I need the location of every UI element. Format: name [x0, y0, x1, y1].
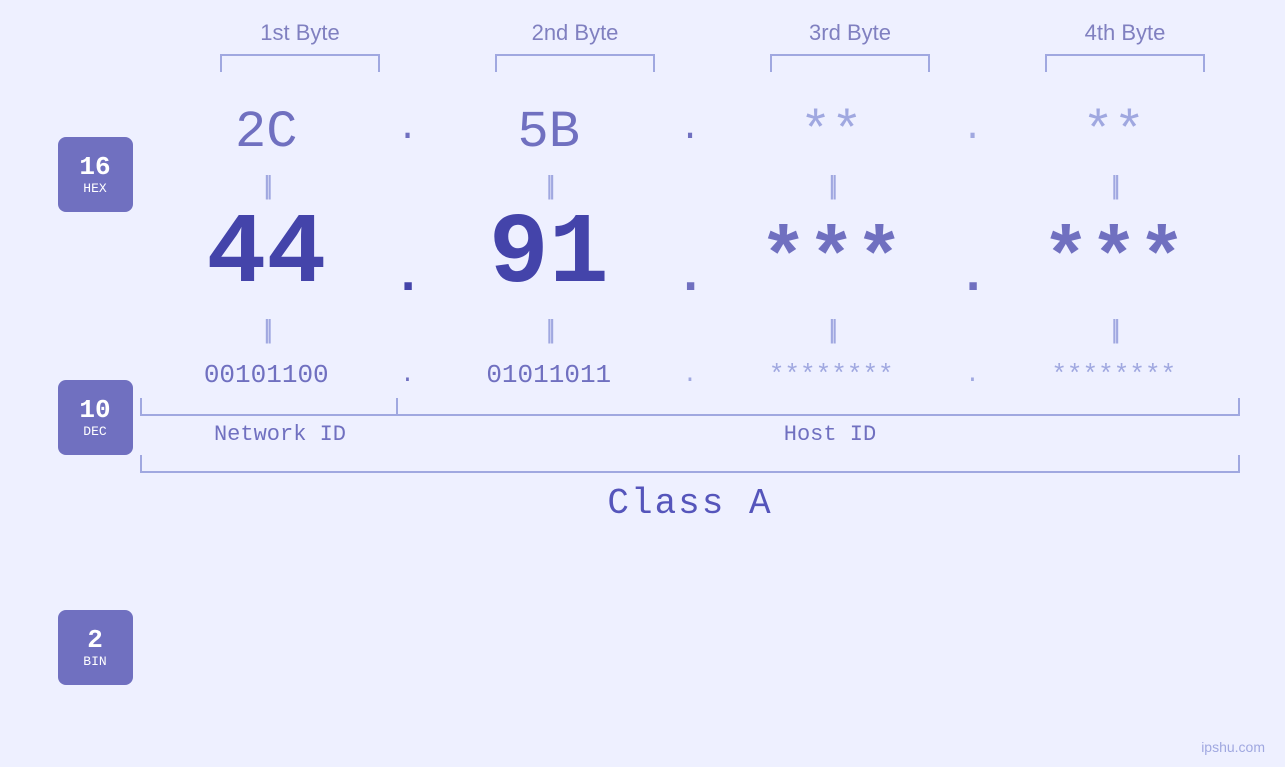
- eq2: ||: [423, 170, 676, 201]
- bracket-top-2: [495, 54, 655, 72]
- equals-sign-3: ||: [828, 170, 834, 201]
- equals-sign-4: ||: [1111, 170, 1117, 201]
- dec-badge: 10 DEC: [58, 380, 133, 455]
- dec-byte4-cell: ***: [988, 213, 1241, 306]
- eq2-4: ||: [988, 314, 1241, 345]
- content-area: 16 HEX 10 DEC 2 BIN 2C . 5B: [0, 82, 1285, 685]
- hex-byte4-cell: **: [988, 92, 1241, 164]
- eq2-2: ||: [423, 314, 676, 345]
- hex-badge: 16 HEX: [58, 137, 133, 212]
- byte1-header: 1st Byte: [163, 20, 438, 46]
- equals-sign-2: ||: [546, 170, 552, 201]
- eq2-3: ||: [705, 314, 958, 345]
- equals-row-2: || || || ||: [140, 314, 1240, 345]
- bracket-cell-2: [438, 54, 713, 72]
- bracket-cell-4: [988, 54, 1263, 72]
- equals-sign-2-1: ||: [263, 314, 269, 345]
- host-bracket: [398, 398, 1240, 416]
- bin-badge-number: 2: [87, 626, 103, 655]
- hex-sep3: .: [958, 108, 988, 149]
- bin-badge: 2 BIN: [58, 610, 133, 685]
- bin-byte4-cell: ********: [988, 350, 1241, 390]
- hex-badge-label: HEX: [83, 181, 106, 196]
- equals-row-1: || || || ||: [140, 170, 1240, 201]
- eq1: ||: [140, 170, 393, 201]
- dec-sep1: .: [393, 247, 423, 306]
- dec-sep3: .: [958, 247, 988, 306]
- bracket-cell-3: [713, 54, 988, 72]
- bin-byte1-cell: 00101100: [140, 350, 393, 390]
- byte4-header: 4th Byte: [988, 20, 1263, 46]
- dec-byte1-cell: 44: [140, 201, 393, 306]
- long-bracket: [140, 455, 1240, 473]
- byte-headers: 1st Byte 2nd Byte 3rd Byte 4th Byte: [163, 20, 1263, 46]
- bin-byte3-value: ********: [769, 360, 894, 390]
- bracket-cell-1: [163, 54, 438, 72]
- bin-byte1-value: 00101100: [204, 360, 329, 390]
- byte2-header: 2nd Byte: [438, 20, 713, 46]
- dec-byte2-value: 91: [489, 206, 609, 306]
- hex-byte4-value: **: [1083, 102, 1145, 164]
- bin-sep1: .: [393, 362, 423, 389]
- bracket-top-3: [770, 54, 930, 72]
- eq4: ||: [988, 170, 1241, 201]
- top-bracket-row: [163, 54, 1263, 72]
- hex-sep1: .: [393, 108, 423, 149]
- hex-byte2-value: 5B: [518, 102, 580, 164]
- bin-byte2-cell: 01011011: [423, 350, 676, 390]
- bin-byte4-value: ********: [1051, 360, 1176, 390]
- long-bracket-row: [140, 455, 1240, 473]
- dec-badge-number: 10: [79, 396, 110, 425]
- hex-byte1-value: 2C: [235, 102, 297, 164]
- bin-sep2: .: [675, 362, 705, 389]
- bracket-top-1: [220, 54, 380, 72]
- hex-data-row: 2C . 5B . ** . **: [140, 92, 1240, 164]
- hex-byte1-cell: 2C: [140, 92, 393, 164]
- eq2-1: ||: [140, 314, 393, 345]
- dec-byte4-value: ***: [1042, 218, 1186, 306]
- byte3-header: 3rd Byte: [713, 20, 988, 46]
- equals-sign-1: ||: [263, 170, 269, 201]
- class-row: Class A: [140, 483, 1240, 524]
- dec-sep2: .: [675, 247, 705, 306]
- bin-byte2-value: 01011011: [486, 360, 611, 390]
- hex-byte2-cell: 5B: [423, 92, 676, 164]
- watermark: ipshu.com: [1201, 739, 1265, 755]
- hex-byte3-value: **: [800, 102, 862, 164]
- hex-sep2: .: [675, 108, 705, 149]
- badge-column: 16 HEX 10 DEC 2 BIN: [0, 82, 140, 685]
- bottom-bracket-row: [140, 398, 1240, 416]
- id-labels-row: Network ID Host ID: [140, 422, 1240, 447]
- bracket-top-4: [1045, 54, 1205, 72]
- bin-byte3-cell: ********: [705, 350, 958, 390]
- dec-byte1-value: 44: [206, 206, 326, 306]
- network-bracket: [140, 398, 398, 416]
- eq3: ||: [705, 170, 958, 201]
- equals-sign-2-2: ||: [546, 314, 552, 345]
- class-label: Class A: [607, 483, 772, 524]
- bin-sep3: .: [958, 362, 988, 389]
- network-id-label: Network ID: [140, 422, 420, 447]
- dec-byte2-cell: 91: [423, 201, 676, 306]
- dec-badge-label: DEC: [83, 424, 106, 439]
- hex-byte3-cell: **: [705, 92, 958, 164]
- equals-sign-2-3: ||: [828, 314, 834, 345]
- hex-badge-number: 16: [79, 153, 110, 182]
- dec-byte3-value: ***: [759, 218, 903, 306]
- main-container: 1st Byte 2nd Byte 3rd Byte 4th Byte 16 H…: [0, 0, 1285, 767]
- equals-sign-2-4: ||: [1111, 314, 1117, 345]
- bin-badge-label: BIN: [83, 654, 106, 669]
- dec-byte3-cell: ***: [705, 213, 958, 306]
- grid-area: 2C . 5B . ** . ** ||: [140, 82, 1285, 524]
- bin-data-row: 00101100 . 01011011 . ******** . *******…: [140, 350, 1240, 390]
- dec-data-row: 44 . 91 . *** . ***: [140, 201, 1240, 306]
- host-id-label: Host ID: [420, 422, 1240, 447]
